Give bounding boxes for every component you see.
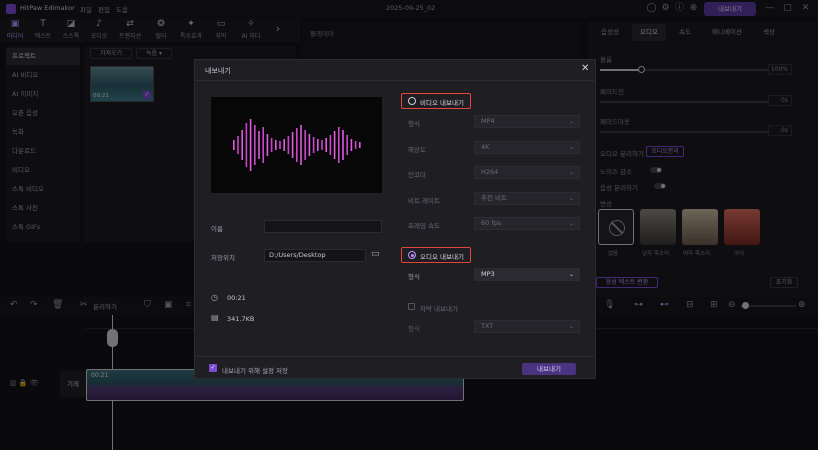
waveform-bar bbox=[342, 130, 344, 160]
waveform-graphic bbox=[233, 119, 361, 171]
waveform-bar bbox=[237, 136, 239, 154]
video-export-label[interactable]: 비디오 내보내기 bbox=[420, 97, 464, 107]
waveform-bar bbox=[304, 130, 306, 160]
file-size-icon: ▤ bbox=[211, 313, 219, 322]
resolution-value: 4K bbox=[481, 143, 490, 151]
clock-icon: ◷ bbox=[211, 293, 218, 302]
waveform-bar bbox=[283, 139, 285, 151]
file-size-value: 341.7KB bbox=[227, 315, 255, 323]
subtitle-format-label: 형식 bbox=[408, 325, 420, 333]
save-location-input[interactable]: D:/Users/Desktop bbox=[264, 249, 366, 262]
chevron-down-icon: ⌄ bbox=[568, 169, 574, 176]
waveform-bar bbox=[354, 141, 357, 149]
name-label: 이름 bbox=[211, 225, 223, 233]
waveform-bar bbox=[245, 123, 248, 167]
waveform-bar bbox=[249, 119, 252, 171]
export-dialog-title: 내보내기 bbox=[205, 67, 231, 75]
resolution-select[interactable]: 4K ⌄ bbox=[474, 141, 580, 154]
waveform-bar bbox=[233, 140, 235, 150]
bitrate-label: 비트 레이트 bbox=[408, 197, 440, 205]
footer-divider bbox=[195, 356, 595, 357]
waveform-bar bbox=[312, 137, 315, 153]
waveform-bar bbox=[287, 136, 290, 154]
export-dialog-header: 내보내기 ✕ bbox=[195, 60, 595, 81]
close-icon[interactable]: ✕ bbox=[581, 63, 589, 74]
waveform-bar bbox=[350, 139, 353, 151]
chevron-down-icon: ⌄ bbox=[568, 323, 574, 330]
framerate-select[interactable]: 60 fps ⌄ bbox=[474, 217, 580, 230]
waveform-bar bbox=[296, 128, 298, 162]
waveform-bar bbox=[329, 135, 332, 155]
audio-export-radio[interactable] bbox=[408, 251, 416, 259]
encoder-select[interactable]: H264 ⌄ bbox=[474, 166, 580, 179]
waveform-bar bbox=[241, 130, 243, 160]
waveform-bar bbox=[317, 139, 319, 151]
save-settings-checkbox[interactable]: ✓ bbox=[209, 364, 217, 372]
subtitle-format-select[interactable]: TXT ⌄ bbox=[474, 320, 580, 333]
encoder-value: H264 bbox=[481, 168, 499, 176]
waveform-bar bbox=[291, 132, 294, 158]
format-label: 형식 bbox=[408, 120, 420, 128]
chevron-down-icon: ⌄ bbox=[568, 271, 574, 278]
waveform-bar bbox=[333, 131, 336, 159]
waveform-bar bbox=[300, 125, 302, 165]
format-select[interactable]: MP4 ⌄ bbox=[474, 115, 580, 128]
name-input[interactable] bbox=[264, 220, 382, 233]
duration-value: 00:21 bbox=[227, 294, 246, 302]
waveform-bar bbox=[270, 138, 273, 152]
waveform-bar bbox=[338, 127, 340, 163]
chevron-down-icon: ⌄ bbox=[568, 195, 574, 202]
chevron-down-icon: ⌄ bbox=[568, 220, 574, 227]
waveform-bar bbox=[258, 131, 260, 159]
waveform-bar bbox=[321, 140, 323, 150]
export-button[interactable]: 내보내기 bbox=[522, 363, 576, 375]
waveform-bar bbox=[266, 134, 269, 156]
waveform-bar bbox=[308, 134, 311, 156]
waveform-bar bbox=[262, 127, 264, 163]
audio-export-label[interactable]: 오디오 내보내기 bbox=[420, 251, 464, 261]
chevron-down-icon: ⌄ bbox=[568, 144, 574, 151]
bitrate-select[interactable]: 추천 비트 ⌄ bbox=[474, 192, 580, 205]
save-location-label: 저장위치 bbox=[211, 254, 235, 262]
audio-format-value: MP3 bbox=[481, 270, 495, 278]
audio-format-label: 형식 bbox=[408, 273, 420, 281]
waveform-bar bbox=[254, 125, 256, 165]
encoder-label: 인코더 bbox=[408, 171, 426, 179]
framerate-label: 프레임 속도 bbox=[408, 222, 440, 230]
chevron-down-icon: ⌄ bbox=[568, 118, 574, 125]
waveform-bar bbox=[275, 140, 277, 150]
audio-format-select[interactable]: MP3 ⌄ bbox=[474, 268, 580, 281]
waveform-bar bbox=[346, 135, 348, 155]
waveform-bar bbox=[359, 142, 361, 148]
waveform-bar bbox=[279, 141, 281, 149]
export-dialog: 내보내기 ✕ 이름 저장위치 D:/Users/Desktop ▭ ◷ 00:2… bbox=[194, 59, 596, 379]
bitrate-value: 추천 비트 bbox=[481, 194, 507, 202]
folder-icon[interactable]: ▭ bbox=[371, 249, 380, 259]
subtitle-export-label[interactable]: 자막 내보내기 bbox=[420, 303, 458, 313]
save-settings-label: 내보내기 위해 설정 저장 bbox=[222, 367, 288, 375]
subtitle-format-value: TXT bbox=[481, 322, 494, 330]
waveform-bar bbox=[325, 138, 327, 152]
video-export-radio[interactable] bbox=[408, 97, 416, 105]
format-value: MP4 bbox=[481, 117, 495, 125]
resolution-label: 해상도 bbox=[408, 146, 426, 154]
framerate-value: 60 fps bbox=[481, 219, 502, 227]
subtitle-export-checkbox[interactable] bbox=[408, 303, 415, 310]
audio-preview bbox=[211, 97, 382, 193]
